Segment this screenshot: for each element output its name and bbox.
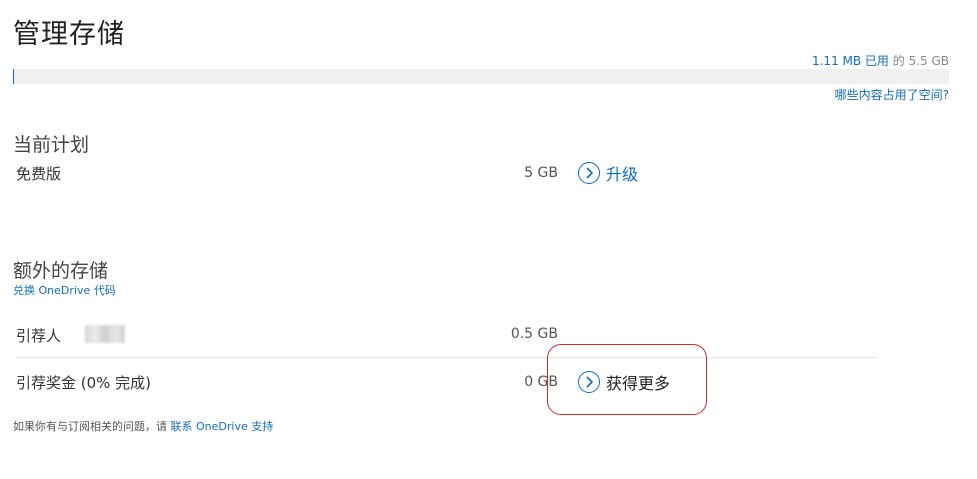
usage-of: 的: [888, 54, 909, 68]
page-title: 管理存储: [13, 19, 125, 50]
plan-name: 免费版: [16, 165, 62, 183]
referral-label: 引荐人: [16, 327, 62, 345]
storage-usage-bar: [13, 69, 949, 84]
get-more-button[interactable]: 获得更多: [578, 370, 670, 394]
whats-taking-space-link[interactable]: 哪些内容占用了空间?: [835, 86, 949, 103]
footer-text: 如果你有与订阅相关的问题，请: [13, 420, 171, 433]
storage-usage-text: 1.11 MB 已用 的 5.5 GB: [812, 52, 949, 69]
chevron-right-circle-icon: [578, 371, 600, 393]
contact-support-link[interactable]: 联系 OneDrive 支持: [171, 420, 274, 433]
upgrade-button[interactable]: 升级: [578, 161, 638, 185]
storage-usage-bar-fill: [13, 69, 14, 84]
plan-size: 5 GB: [524, 165, 558, 181]
redeem-code-link[interactable]: 兑换 OneDrive 代码: [13, 282, 116, 298]
row-divider: [16, 357, 878, 358]
upgrade-label: 升级: [606, 165, 639, 184]
support-footer: 如果你有与订阅相关的问题，请 联系 OneDrive 支持: [13, 418, 273, 434]
redacted-referrer-name: [85, 325, 125, 343]
chevron-right-circle-icon: [578, 162, 600, 184]
extra-storage-heading: 额外的存储: [13, 260, 109, 282]
current-plan-heading: 当前计划: [13, 134, 90, 156]
referral-size: 0.5 GB: [510, 326, 558, 342]
get-more-label: 获得更多: [606, 374, 671, 393]
referral-bonus-label: 引荐奖金 (0% 完成): [16, 374, 152, 392]
used-amount: 1.11 MB 已用: [811, 54, 889, 68]
referral-bonus-size: 0 GB: [524, 374, 558, 390]
total-amount: 5.5 GB: [908, 54, 949, 68]
